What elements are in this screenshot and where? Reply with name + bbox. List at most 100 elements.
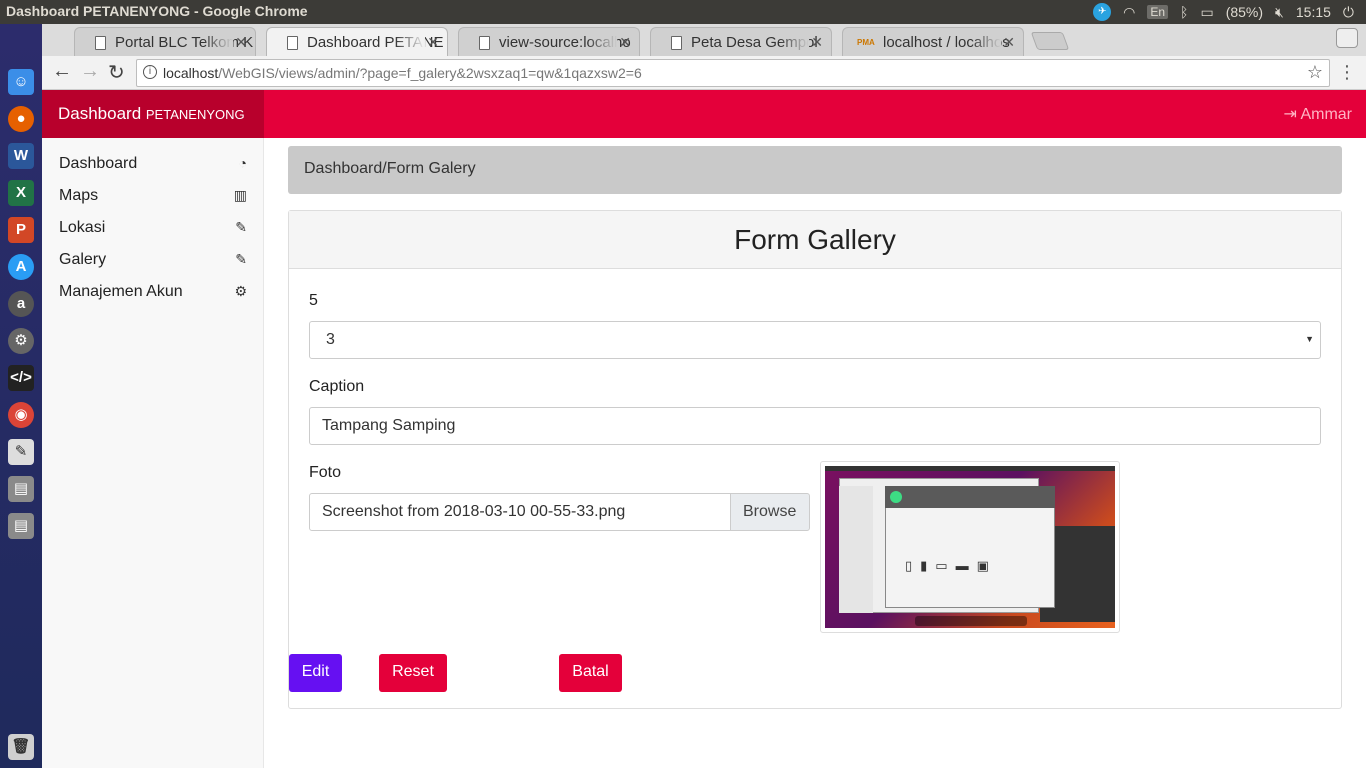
close-icon[interactable]: ✕ [235, 34, 247, 51]
sidebar-item-label: Dashboard [59, 155, 138, 172]
url-path: /WebGIS/views/admin/?page=f_galery&2wsxz… [218, 65, 642, 81]
close-icon[interactable]: ✕ [811, 34, 823, 51]
brand[interactable]: Dashboard PETANENYONG [42, 90, 264, 138]
close-icon[interactable]: ✕ [619, 34, 631, 51]
sidebar-item-lokasi[interactable]: Lokasi ✎ [42, 213, 263, 245]
url-host: localhost [163, 65, 219, 81]
page-icon [287, 36, 298, 50]
sign-out-icon: ⇥ [1283, 106, 1297, 123]
sidebar-item-dashboard[interactable]: Dashboard ◔ [42, 149, 263, 181]
brand-sub: PETANENYONG [145, 107, 245, 122]
mute-icon[interactable]: 🔇︎ [1275, 4, 1284, 21]
drive-icon[interactable]: ▤ [8, 476, 34, 502]
menu-dots-icon[interactable]: ⋮ [1338, 62, 1356, 83]
bookmark-star-icon[interactable]: ☆ [1307, 62, 1323, 83]
chrome-icon[interactable]: ◉ [8, 402, 34, 428]
battery-percent: (85%) [1225, 4, 1264, 20]
reload-icon[interactable]: ↻ [108, 60, 125, 85]
map-icon: ▥ [233, 187, 247, 203]
tab-peta-desa[interactable]: Peta Desa Gempol ✕ [650, 27, 832, 56]
sidebar-item-label: Galery [59, 251, 107, 268]
settings-app-icon[interactable]: ⚙ [8, 328, 34, 354]
powerpoint-icon[interactable]: P [8, 217, 34, 243]
amazon-icon[interactable]: a [8, 291, 34, 317]
caption-input[interactable]: Tampang Samping [309, 407, 1321, 445]
os-top-bar: Dashboard PETANENYONG - Google Chrome ✈ … [0, 0, 1366, 24]
trash-icon[interactable]: 🗑︎ [8, 734, 34, 760]
brand-main: Dashboard [58, 104, 146, 123]
tachometer-icon: ◔ [238, 155, 247, 171]
launcher: ☺ ● W X P A a ⚙ </> ◉ ✎ ▤ ▤ 🗑︎ [0, 24, 42, 768]
wifi-icon[interactable]: ◠ [1123, 4, 1135, 21]
tab-strip: Portal BLC Telkom K ✕ Dashboard PETANE ✕… [42, 24, 1366, 56]
info-icon[interactable]: i [143, 65, 157, 79]
caption-label: Caption [309, 378, 365, 395]
user-name: Ammar [1300, 106, 1352, 123]
tab-portal-blc[interactable]: Portal BLC Telkom K ✕ [74, 27, 256, 56]
page-icon [95, 36, 106, 50]
file-input-group: Screenshot from 2018-03-10 00-55-33.png … [309, 493, 810, 531]
back-icon[interactable]: ← [52, 60, 72, 83]
form-card: Form Gallery 5 3 ▼ Caption Tampang Sampi… [288, 210, 1342, 709]
breadcrumb: Dashboard/Form Galery [288, 146, 1342, 194]
web-page: Dashboard PETANENYONG ⇥ Ammar Dashboard … [42, 90, 1366, 768]
caption-value: Tampang Samping [322, 417, 456, 434]
top-navbar: Dashboard PETANENYONG ⇥ Ammar [42, 90, 1366, 138]
page-icon [671, 36, 682, 50]
new-tab-button[interactable] [1030, 32, 1070, 50]
finder-icon[interactable]: ☺ [8, 69, 34, 95]
image-preview: ▯▮▭▬▣ [820, 461, 1120, 633]
bluetooth-icon[interactable]: ᛒ [1180, 4, 1188, 20]
gear-icon: ⚙ [234, 283, 247, 299]
device-icons: ▯▮▭▬▣ [905, 558, 997, 573]
sidebar: Dashboard ◔ Maps ▥ Lokasi ✎ Galery ✎ Man… [42, 138, 264, 768]
foto-label: Foto [309, 464, 342, 481]
system-tray: ✈ ◠ En ᛒ ▭ (85%) 🔇︎ 15:15 ⏻ [1093, 3, 1354, 21]
power-icon[interactable]: ⏻ [1343, 4, 1354, 21]
sidebar-item-label: Manajemen Akun [59, 283, 183, 300]
preview-screenshot: ▯▮▭▬▣ [825, 466, 1115, 628]
forward-icon[interactable]: → [80, 60, 100, 83]
word-icon[interactable]: W [8, 143, 34, 169]
sidebar-item-manajemen-akun[interactable]: Manajemen Akun ⚙ [42, 277, 263, 309]
cancel-button[interactable]: Batal [559, 654, 622, 692]
edit-icon: ✎ [235, 219, 247, 235]
close-icon[interactable]: ✕ [427, 34, 439, 51]
battery-icon[interactable]: ▭ [1200, 4, 1213, 21]
profile-icon[interactable] [1336, 28, 1358, 48]
address-bar[interactable]: i localhost/WebGIS/views/admin/?page=f_g… [136, 59, 1330, 87]
excel-icon[interactable]: X [8, 180, 34, 206]
file-input[interactable]: Screenshot from 2018-03-10 00-55-33.png [309, 493, 731, 531]
form-title: Form Gallery [289, 211, 1341, 269]
select-label: 5 [309, 292, 318, 309]
browse-button[interactable]: Browse [730, 493, 810, 531]
sidebar-item-maps[interactable]: Maps ▥ [42, 181, 263, 213]
tab-phpmyadmin[interactable]: PMA localhost / localhos ✕ [842, 27, 1024, 56]
page-icon [479, 36, 490, 50]
sidebar-item-galery[interactable]: Galery ✎ [42, 245, 263, 277]
keyboard-layout[interactable]: En [1147, 5, 1169, 19]
telegram-icon[interactable]: ✈ [1093, 3, 1112, 21]
window-title: Dashboard PETANENYONG - Google Chrome [6, 3, 308, 19]
appstore-icon[interactable]: A [8, 254, 34, 280]
firefox-icon[interactable]: ● [8, 106, 34, 132]
select-value: 3 [326, 331, 335, 348]
text-editor-icon[interactable]: ✎ [8, 439, 34, 465]
drive-icon-2[interactable]: ▤ [8, 513, 34, 539]
apple-icon[interactable] [8, 32, 34, 58]
tab-view-source[interactable]: view-source:localho ✕ [458, 27, 640, 56]
user-logout-link[interactable]: ⇥ Ammar [1283, 104, 1352, 124]
close-icon[interactable]: ✕ [1003, 34, 1015, 51]
clock[interactable]: 15:15 [1296, 4, 1331, 20]
tab-dashboard[interactable]: Dashboard PETANE ✕ [266, 27, 448, 56]
reset-button[interactable]: Reset [379, 654, 447, 692]
edit-button[interactable]: Edit [289, 654, 342, 692]
browser-toolbar: ← → ↻ i localhost/WebGIS/views/admin/?pa… [42, 56, 1366, 90]
phpmyadmin-icon: PMA [857, 38, 875, 47]
chevron-down-icon: ▼ [1305, 334, 1314, 344]
location-select[interactable]: 3 ▼ [309, 321, 1321, 359]
sidebar-item-label: Lokasi [59, 219, 106, 236]
sidebar-item-label: Maps [59, 187, 99, 204]
code-editor-icon[interactable]: </> [8, 365, 34, 391]
edit-icon: ✎ [235, 251, 247, 267]
